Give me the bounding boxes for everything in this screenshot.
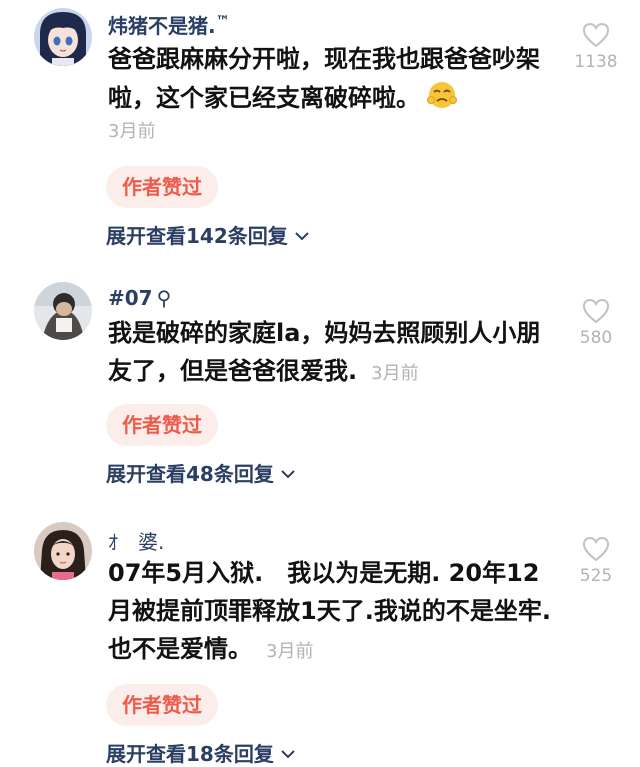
photo-avatar-image: [34, 282, 92, 340]
expand-replies-button[interactable]: 展开查看18条回复: [106, 738, 296, 767]
avatar[interactable]: [34, 522, 92, 580]
username[interactable]: ｵ 婆.: [108, 526, 164, 555]
like-count: 580: [579, 328, 613, 348]
like-count: 1138: [574, 52, 618, 72]
username[interactable]: #07 ⚲: [108, 286, 171, 310]
timestamp: 3月前: [371, 363, 419, 384]
gender-symbol: ⚲: [156, 286, 172, 310]
timestamp: 3月前: [266, 641, 314, 662]
expand-replies-button[interactable]: 展开查看48条回复: [106, 458, 296, 487]
comment-text[interactable]: 07年5月入狱. 我以为是无期. 20年12月被提前顶罪释放1天了.我说的不是坐…: [108, 554, 558, 671]
trademark-mark: ™: [215, 13, 230, 30]
chevron-down-icon: [295, 232, 309, 241]
chevron-down-icon: [281, 750, 295, 759]
author-liked-badge: 作者赞过: [106, 166, 218, 208]
like-button[interactable]: 525: [572, 536, 620, 586]
like-count: 525: [579, 566, 613, 586]
heart-outline-icon: [582, 298, 610, 324]
comment-item: 炜猪不是猪.™ 爸爸跟麻麻分开啦，现在我也跟爸爸吵架啦，这个家已经支离破碎啦。 …: [0, 0, 640, 260]
anime-avatar-image: [34, 8, 92, 66]
timestamp: 3月前: [108, 121, 156, 142]
expand-replies-button[interactable]: 展开查看142条回复: [106, 220, 310, 249]
chevron-down-icon: [281, 470, 295, 479]
comment-text[interactable]: 我是破碎的家庭la，妈妈去照顾别人小朋友了，但是爸爸很爱我. 3月前: [108, 314, 558, 393]
comment-item: ｵ 婆. 07年5月入狱. 我以为是无期. 20年12月被提前顶罪释放1天了.我…: [0, 510, 640, 767]
like-button[interactable]: 1138: [572, 22, 620, 72]
username[interactable]: 炜猪不是猪.™: [108, 10, 230, 39]
comment-item: #07 ⚲ 我是破碎的家庭la，妈妈去照顾别人小朋友了，但是爸爸很爱我. 3月前 作…: [0, 270, 640, 510]
avatar[interactable]: [34, 282, 92, 340]
sad-face-emoji-icon: [427, 82, 457, 108]
heart-outline-icon: [582, 536, 610, 562]
author-liked-badge: 作者赞过: [106, 684, 218, 726]
comment-text[interactable]: 爸爸跟麻麻分开啦，现在我也跟爸爸吵架啦，这个家已经支离破碎啦。 3月前: [108, 40, 558, 147]
photo-avatar-image: [34, 522, 92, 580]
author-liked-badge: 作者赞过: [106, 404, 218, 446]
like-button[interactable]: 580: [572, 298, 620, 348]
heart-outline-icon: [582, 22, 610, 48]
avatar[interactable]: [34, 8, 92, 66]
